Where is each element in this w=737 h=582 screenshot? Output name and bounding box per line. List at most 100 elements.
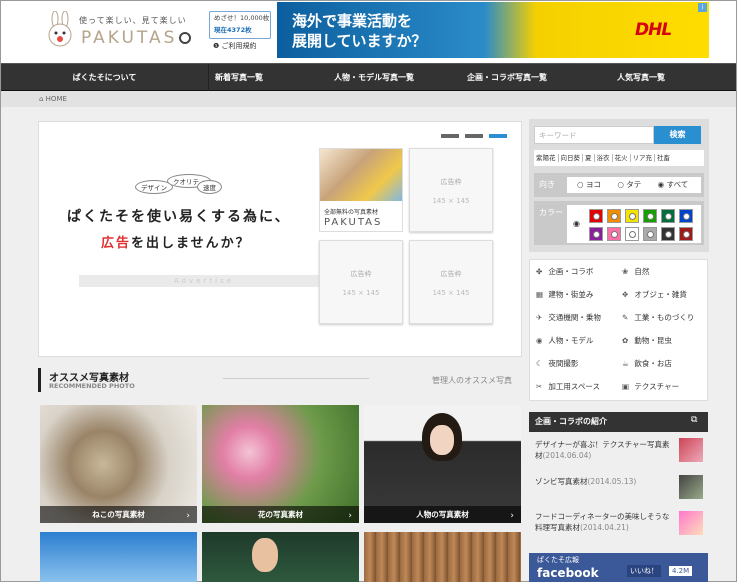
section-divider <box>223 378 369 379</box>
chevron-right-icon: › <box>186 511 190 521</box>
color-swatch[interactable] <box>607 209 621 223</box>
photo-person[interactable]: 人物の写真素材 › <box>364 405 521 523</box>
ad-slot-2[interactable]: 広告枠 145 × 145 <box>319 240 403 324</box>
tag[interactable]: 社畜 <box>655 154 672 162</box>
project-item-2[interactable]: ゾンビ写真素材(2014.05.13) <box>535 476 675 487</box>
project-item-3[interactable]: フードコーディネーターの美味しそうな料理写真素材(2014.04.21) <box>535 511 675 533</box>
category-icon: ✿ <box>622 336 629 345</box>
radio-icon <box>611 213 618 220</box>
radio-icon <box>593 231 600 238</box>
search-button[interactable]: 検索 <box>654 126 701 144</box>
radio-icon <box>647 231 654 238</box>
pakutaso-promo[interactable]: 全部無料の写真素材 PAKUTAS <box>319 148 403 232</box>
category-icon: ✥ <box>622 290 629 299</box>
color-swatch[interactable] <box>661 227 675 241</box>
photo-flower[interactable]: 花の写真素材 › <box>202 405 359 523</box>
photo-count-badge: めざせ！10,000枚 現在4372枚 <box>209 11 271 39</box>
tag[interactable]: 夏 <box>583 154 595 162</box>
color-swatch[interactable] <box>625 209 639 223</box>
category-label: 交通機関・乗物 <box>548 313 601 322</box>
category-item[interactable]: ✥ オブジェ・雑貨 <box>622 289 687 300</box>
nav-new[interactable]: 新着写真一覧 <box>179 64 299 91</box>
radio-all[interactable]: ◉ すべて <box>658 180 689 189</box>
chevron-right-icon: › <box>348 511 352 521</box>
category-item[interactable]: ✤ 企画・コラボ <box>536 266 593 277</box>
color-swatch[interactable] <box>643 209 657 223</box>
category-item[interactable]: ▣ テクスチャー <box>622 381 679 392</box>
tag[interactable]: リア充 <box>630 154 655 162</box>
breadcrumb-home[interactable]: HOME <box>46 95 67 103</box>
nav-popular[interactable]: 人気写真一覧 <box>581 64 701 91</box>
rabbit-logo-icon[interactable] <box>45 11 75 47</box>
category-icon: ✂ <box>536 382 543 391</box>
category-icon: ☕ <box>622 359 629 368</box>
tag[interactable]: 向日葵 <box>558 154 583 162</box>
category-item[interactable]: ▦ 建物・街並み <box>536 289 593 300</box>
photo-wood[interactable] <box>364 532 521 582</box>
category-item[interactable]: ✿ 動物・昆虫 <box>622 335 672 346</box>
photo-man[interactable] <box>202 532 359 582</box>
radio-icon <box>665 213 672 220</box>
ad-banner[interactable]: 海外で事業活動を 展開していますか？ DHL i <box>277 2 709 58</box>
admin-recommend-link[interactable]: 管理人のオススメ写真 <box>432 375 512 386</box>
radio-tate[interactable]: ○ タテ <box>617 180 641 189</box>
radio-color-any[interactable]: ◉ <box>573 219 580 228</box>
photo-cat[interactable]: ねこの写真素材 › <box>40 405 197 523</box>
category-item[interactable]: ☾ 夜間撮影 <box>536 358 578 369</box>
slider-dot-1[interactable] <box>441 134 459 138</box>
fb-like-count: 4.2M <box>669 566 693 576</box>
project-item-1[interactable]: デザイナーが喜ぶ！テクスチャー写真素材(2014.06.04) <box>535 439 675 461</box>
category-item[interactable]: ✈ 交通機関・乗物 <box>536 312 601 323</box>
color-swatch[interactable] <box>607 227 621 241</box>
color-swatch[interactable] <box>661 209 675 223</box>
terms-link[interactable]: ❶ ご利用規約 <box>213 41 257 51</box>
color-swatch[interactable] <box>589 227 603 241</box>
project-thumb-2[interactable] <box>679 475 703 499</box>
hero-slider[interactable]: デザイン クオリティ 速度 ぱくたそを使い易くする為に、 広告を出しませんか？ … <box>38 121 522 357</box>
color-swatch[interactable] <box>643 227 657 241</box>
category-item[interactable]: ✂ 加工用スペース <box>536 381 600 392</box>
ad-slot-3[interactable]: 広告枠 145 × 145 <box>409 240 493 324</box>
project-thumb-3[interactable] <box>679 511 703 535</box>
color-swatch[interactable] <box>625 227 639 241</box>
tag[interactable]: 紫陽花 <box>534 154 559 162</box>
category-item[interactable]: ❀ 自然 <box>622 266 649 277</box>
color-swatch[interactable] <box>679 209 693 223</box>
fb-like-button[interactable]: いいね！ <box>627 565 661 577</box>
site-brand[interactable]: PAKUTAS <box>81 28 192 48</box>
category-item[interactable]: ◉ 人物・モデル <box>536 335 593 346</box>
project-thumb-1[interactable] <box>679 438 703 462</box>
slider-dot-3[interactable] <box>489 134 507 138</box>
radio-yoko[interactable]: ○ ヨコ <box>577 180 601 189</box>
photo-caption: 花の写真素材 <box>202 506 359 523</box>
nav-projects[interactable]: 企画・コラボ写真一覧 <box>447 64 567 91</box>
category-item[interactable]: ✎ 工業・ものづくり <box>622 312 694 323</box>
nav-people[interactable]: 人物・モデル写真一覧 <box>314 64 434 91</box>
ad-slot-1[interactable]: 広告枠 145 × 145 <box>409 148 493 232</box>
radio-icon <box>629 231 636 238</box>
tag[interactable]: 花火 <box>612 154 631 162</box>
ad-info-icon[interactable]: i <box>698 3 707 12</box>
category-label: 人物・モデル <box>548 336 594 345</box>
color-swatch[interactable] <box>589 209 603 223</box>
photo-caption: 人物の写真素材 <box>364 506 521 523</box>
category-label: テクスチャー <box>634 382 680 391</box>
category-icon: ❀ <box>622 267 629 276</box>
photo-sky[interactable] <box>40 532 197 582</box>
tag[interactable]: 浴衣 <box>594 154 613 162</box>
tag-list: 紫陽花 向日葵夏浴衣 花火 リア充 社畜 <box>534 150 704 166</box>
external-link-icon[interactable]: ⧉ <box>691 415 697 425</box>
goal-label: めざせ！10,000枚 <box>214 14 270 22</box>
radio-icon <box>593 213 600 220</box>
home-icon: ⌂ <box>39 95 46 103</box>
category-item[interactable]: ☕ 飲食・お店 <box>622 358 672 369</box>
nav-about[interactable]: ぱくたそについて <box>1 64 209 91</box>
search-input[interactable]: キーワード <box>534 126 654 144</box>
radio-icon <box>665 231 672 238</box>
facebook-widget[interactable]: ぱくたそ広報 facebook いいね！ 4.2M <box>529 553 708 582</box>
color-swatch[interactable] <box>679 227 693 241</box>
slider-dot-2[interactable] <box>465 134 483 138</box>
radio-icon <box>647 213 654 220</box>
category-icon: ✈ <box>536 313 543 322</box>
bubble-speed: 速度 <box>197 180 222 194</box>
